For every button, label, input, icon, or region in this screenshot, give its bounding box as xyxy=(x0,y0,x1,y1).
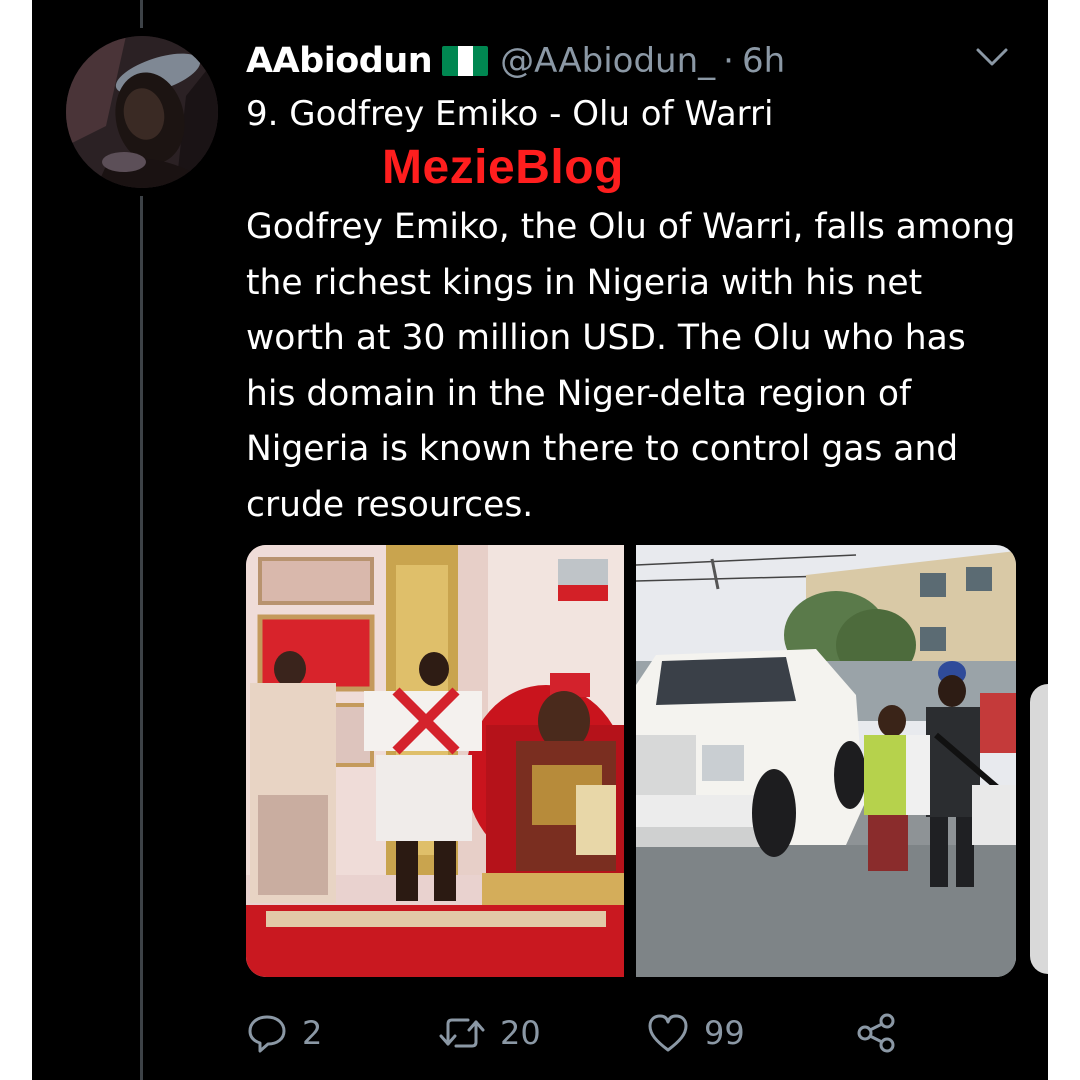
retweet-count: 20 xyxy=(500,1014,541,1052)
reply-button[interactable]: 2 xyxy=(246,1008,322,1058)
display-name[interactable]: AAbiodun xyxy=(246,41,433,81)
like-count: 99 xyxy=(704,1014,745,1052)
tweet-heading: 9. Godfrey Emiko - Olu of Warri xyxy=(246,94,774,134)
user-handle[interactable]: @AAbiodun_ xyxy=(500,41,715,81)
retweet-arrows-icon xyxy=(438,1012,486,1054)
scroll-indicator xyxy=(1030,684,1048,974)
speech-bubble-icon xyxy=(246,1012,288,1054)
reply-count: 2 xyxy=(302,1014,323,1052)
separator-dot: · xyxy=(723,41,734,81)
heart-icon xyxy=(646,1012,690,1054)
tweet-actions: 2 20 99 xyxy=(246,1008,926,1058)
tweet-body: Godfrey Emiko, the Olu of Warri, falls a… xyxy=(246,207,1016,525)
tweet-header: AAbiodun @AAbiodun_ · 6h xyxy=(246,36,785,86)
avatar[interactable] xyxy=(66,36,218,188)
thread-line-bottom xyxy=(140,196,143,1080)
chevron-down-icon[interactable] xyxy=(972,42,1012,72)
photo-palace-throne[interactable] xyxy=(246,545,624,977)
retweet-button[interactable]: 20 xyxy=(438,1008,541,1058)
thread-line-top xyxy=(140,0,143,28)
tweet-screen: AAbiodun @AAbiodun_ · 6h 9. Godfrey Emik… xyxy=(32,0,1048,1080)
media-grid xyxy=(246,545,1016,977)
share-button[interactable] xyxy=(854,1008,898,1058)
photo-white-suv[interactable] xyxy=(636,545,1016,977)
nigeria-flag-icon xyxy=(442,46,489,76)
watermark: MezieBlog xyxy=(382,141,624,194)
share-nodes-icon xyxy=(854,1011,898,1055)
like-button[interactable]: 99 xyxy=(646,1008,745,1058)
tweet-timestamp[interactable]: 6h xyxy=(742,41,785,81)
